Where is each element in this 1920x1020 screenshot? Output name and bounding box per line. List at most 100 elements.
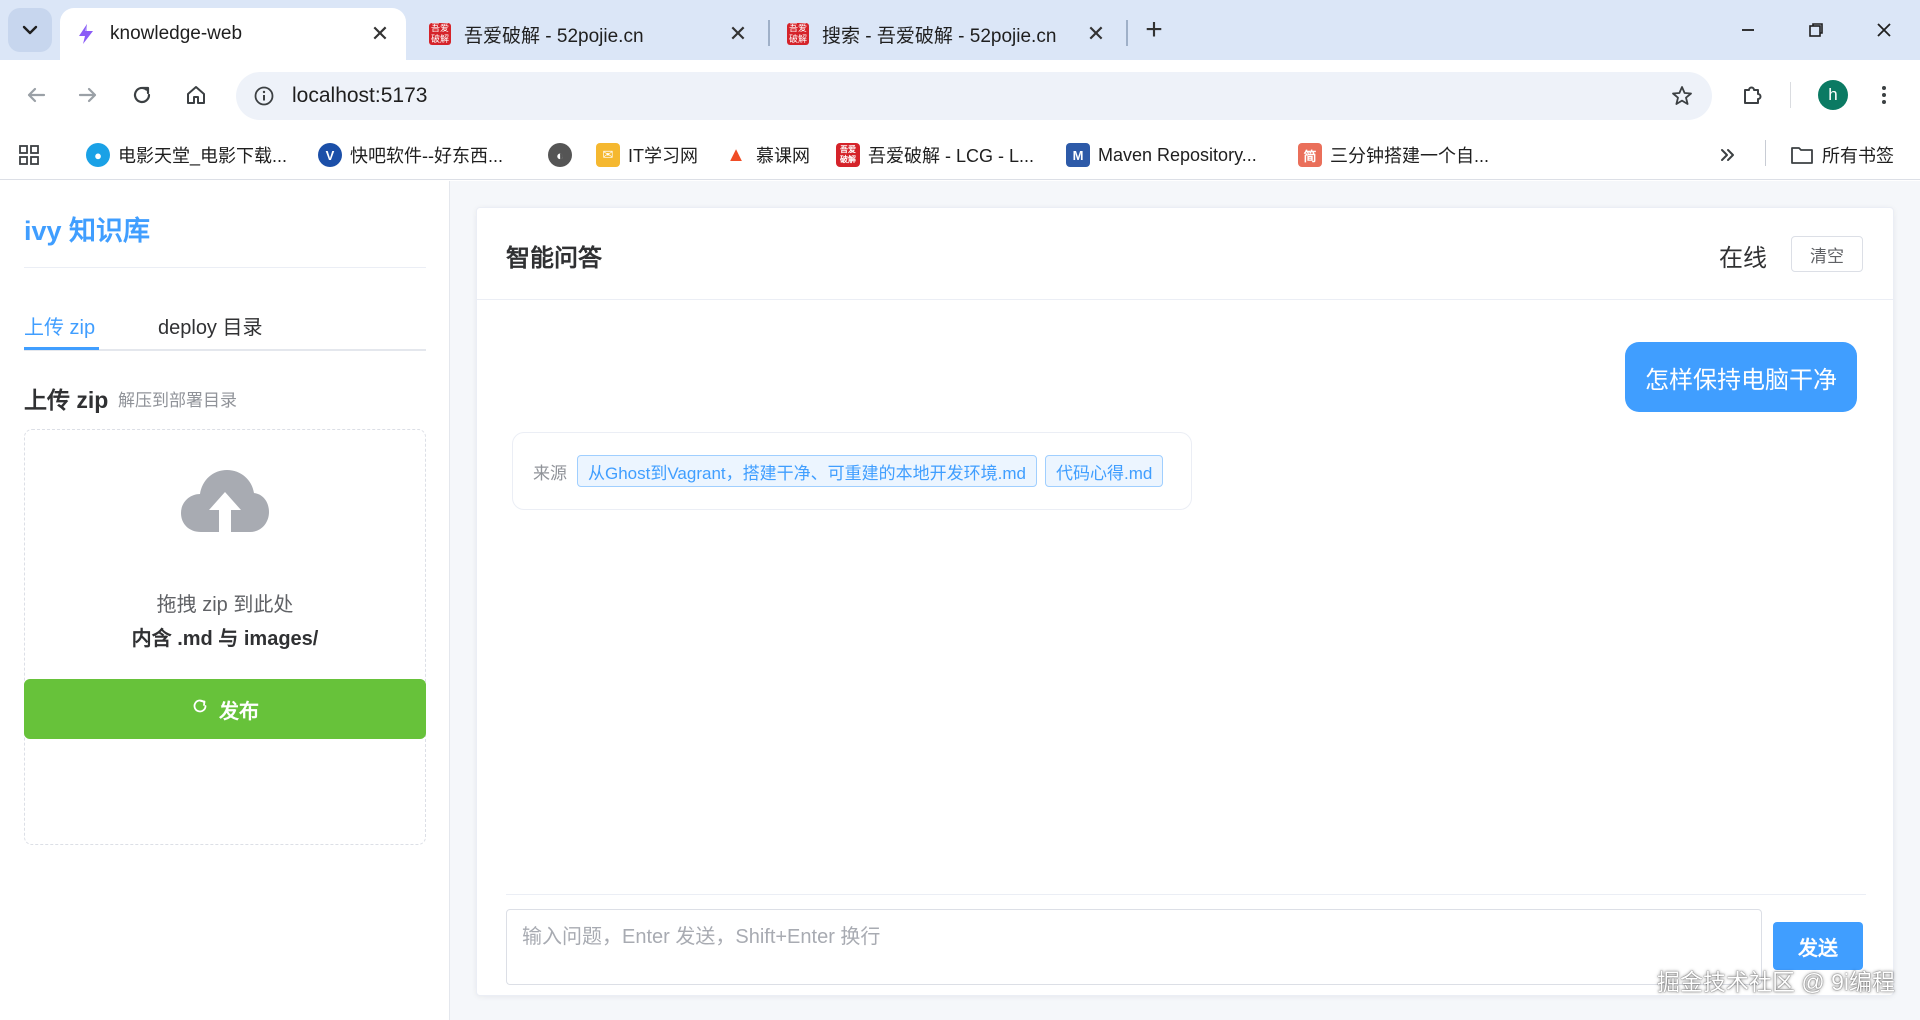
minimize-button[interactable] xyxy=(1718,8,1778,52)
arrow-right-icon xyxy=(78,87,97,103)
tab-deploy-dir[interactable]: deploy 目录 xyxy=(158,311,263,340)
info-icon[interactable] xyxy=(250,82,278,110)
chat-title: 智能问答 xyxy=(506,245,602,272)
bookmark-item[interactable]: M Maven Repository... xyxy=(1066,140,1257,170)
browser-tab[interactable]: 吾爱 破解 吾爱破解 - 52pojie.cn ✕ xyxy=(414,8,764,60)
vite-icon xyxy=(74,22,98,46)
address-bar[interactable]: localhost:5173 xyxy=(236,72,1712,120)
dropzone-hint: 拖拽 zip 到此处 xyxy=(156,594,294,616)
all-bookmarks-button[interactable]: 所有书签 xyxy=(1790,140,1894,170)
star-icon[interactable] xyxy=(1666,80,1698,112)
close-icon[interactable]: ✕ xyxy=(1082,20,1110,48)
bookmark-item[interactable]: V 快吧软件--好东西... xyxy=(318,140,503,170)
bookmark-item[interactable]: ◐ xyxy=(548,140,580,170)
brand-title: ivy 知识库 xyxy=(24,216,151,246)
chat-panel: 智能问答 在线 清空 怎样保持电脑干净 来源 从Ghost到Vagrant，搭建… xyxy=(476,207,1894,996)
close-icon[interactable]: ✕ xyxy=(366,20,394,48)
status-badge: 在线 xyxy=(1719,245,1767,272)
arrow-left-icon xyxy=(27,87,46,103)
zip-dropzone[interactable]: 拖拽 zip 到此处 内含 .md 与 images/ xyxy=(24,429,426,845)
extensions-button[interactable] xyxy=(1730,73,1774,117)
bookmark-label: 电影天堂_电影下载... xyxy=(118,146,288,166)
bookmarks-bar: ● 电影天堂_电影下载... V 快吧软件--好东西... ◐ ✉ IT学习网 … xyxy=(0,130,1920,180)
user-message-bubble: 怎样保持电脑干净 xyxy=(1625,342,1857,412)
bookmark-label: 吾爱破解 - LCG - L... xyxy=(868,146,1035,166)
new-tab-button[interactable]: + xyxy=(1136,12,1172,48)
restore-button[interactable] xyxy=(1786,8,1846,52)
tab-separator xyxy=(1126,20,1128,46)
home-icon xyxy=(187,86,205,104)
apps-grid-icon xyxy=(19,145,39,165)
browser-tab-active[interactable]: knowledge-web ✕ xyxy=(60,8,406,60)
apps-button[interactable] xyxy=(18,140,40,170)
minimize-icon xyxy=(1742,29,1754,31)
divider xyxy=(506,894,1866,895)
flame-icon: ▲ xyxy=(726,143,746,166)
clear-button[interactable]: 清空 xyxy=(1791,236,1863,272)
divider xyxy=(24,267,426,268)
publish-label: 发布 xyxy=(219,700,259,723)
film-icon: ● xyxy=(86,143,110,167)
tab-upload-zip[interactable]: 上传 zip xyxy=(24,311,95,340)
maven-icon: M xyxy=(1066,143,1090,167)
close-icon[interactable]: ✕ xyxy=(724,20,752,48)
close-icon xyxy=(1877,23,1891,37)
sidebar-tabs: 上传 zip deploy 目录 xyxy=(24,305,426,351)
publish-button[interactable]: 发布 xyxy=(24,679,426,739)
52pojie-icon: 吾爱 破解 xyxy=(429,23,451,45)
folder-icon xyxy=(1790,143,1814,167)
bookmark-item[interactable]: ● 电影天堂_电影下载... xyxy=(86,140,287,170)
avatar[interactable]: h xyxy=(1818,80,1848,110)
chevron-down-icon xyxy=(22,25,38,35)
section-title: 上传 zip xyxy=(24,387,109,413)
url-text: localhost:5173 xyxy=(292,84,428,107)
browser-tabstrip: knowledge-web ✕ 吾爱 破解 吾爱破解 - 52pojie.cn ✕… xyxy=(0,0,1920,60)
jianshu-icon: 简 xyxy=(1298,143,1322,167)
bookmark-divider xyxy=(1765,140,1766,166)
section-subtitle: 解压到部署目录 xyxy=(118,391,237,410)
puzzle-icon xyxy=(1744,86,1762,104)
more-bookmarks-button[interactable] xyxy=(1718,140,1738,170)
bookmark-item[interactable]: ▲ 慕课网 xyxy=(724,140,810,170)
source-tag[interactable]: 从Ghost到Vagrant，搭建干净、可重建的本地开发环境.md xyxy=(577,455,1037,487)
question-input[interactable] xyxy=(506,909,1762,985)
toolbar-divider xyxy=(1790,82,1791,108)
bookmark-label: 慕课网 xyxy=(756,146,810,166)
back-button[interactable] xyxy=(14,73,58,117)
tab-search-button[interactable] xyxy=(8,8,52,52)
52pojie-icon: 吾爱 破解 xyxy=(836,143,860,167)
refresh-icon xyxy=(191,697,209,721)
forward-button[interactable] xyxy=(66,73,110,117)
bookmark-label: IT学习网 xyxy=(628,146,698,166)
tab-title: knowledge-web xyxy=(110,23,243,44)
folder-mail-icon: ✉ xyxy=(596,143,620,167)
bookmark-item[interactable]: ✉ IT学习网 xyxy=(596,140,698,170)
tab-title: 搜索 - 吾爱破解 - 52pojie.cn xyxy=(822,25,1057,47)
globe-icon: ◐ xyxy=(548,143,572,167)
bookmark-label: Maven Repository... xyxy=(1098,144,1257,165)
menu-button[interactable] xyxy=(1862,73,1906,117)
home-button[interactable] xyxy=(174,73,218,117)
browser-tab[interactable]: 吾爱 破解 搜索 - 吾爱破解 - 52pojie.cn ✕ xyxy=(772,8,1122,60)
app-page: ivy 知识库 上传 zip deploy 目录 上传 zip 解压到部署目录 … xyxy=(0,181,1920,1020)
more-vertical-icon xyxy=(1882,86,1886,104)
tab-separator xyxy=(768,20,770,46)
close-window-button[interactable] xyxy=(1854,8,1914,52)
bookmark-item[interactable]: 简 三分钟搭建一个自... xyxy=(1298,140,1489,170)
source-tag[interactable]: 代码心得.md xyxy=(1044,455,1164,487)
reload-button[interactable] xyxy=(120,73,164,117)
cloud-upload-icon xyxy=(179,466,271,538)
bookmark-item[interactable]: 吾爱 破解 吾爱破解 - LCG - L... xyxy=(836,140,1034,170)
chat-header: 智能问答 在线 清空 xyxy=(477,208,1893,300)
sources-card: 来源 从Ghost到Vagrant，搭建干净、可重建的本地开发环境.md 代码心… xyxy=(512,432,1193,510)
sidebar: ivy 知识库 上传 zip deploy 目录 上传 zip 解压到部署目录 … xyxy=(0,181,450,1020)
tab-active-indicator xyxy=(24,347,99,350)
52pojie-icon: 吾爱 破解 xyxy=(787,23,809,45)
reload-icon xyxy=(133,86,151,104)
chevron-double-right-icon xyxy=(1721,149,1734,161)
sources-label: 来源 xyxy=(533,463,567,483)
tab-title: 吾爱破解 - 52pojie.cn xyxy=(464,25,644,47)
v-icon: V xyxy=(318,143,342,167)
bookmark-label: 快吧软件--好东西... xyxy=(350,146,503,166)
bookmark-label: 三分钟搭建一个自... xyxy=(1330,146,1490,166)
